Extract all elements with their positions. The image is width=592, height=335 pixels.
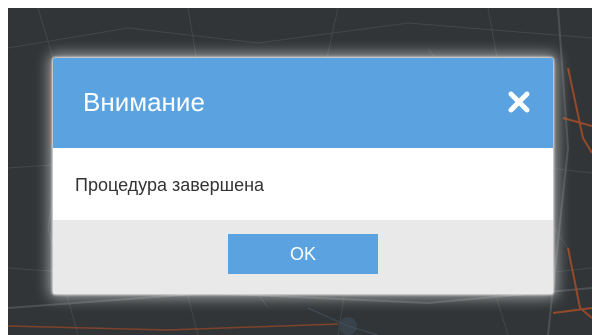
close-button[interactable] (507, 90, 531, 114)
dialog-body: Процедура завершена (53, 148, 553, 220)
dialog-footer: OK (53, 220, 553, 294)
close-x-icon (508, 91, 530, 113)
dialog-message: Процедура завершена (75, 175, 265, 195)
dialog-title: Внимание (83, 87, 205, 117)
alert-dialog: Внимание Процедура завершена OK (53, 58, 553, 294)
dialog-header: Внимание (53, 58, 553, 148)
map-viewport: Внимание Процедура завершена OK (8, 8, 592, 335)
ok-button[interactable]: OK (228, 234, 378, 274)
